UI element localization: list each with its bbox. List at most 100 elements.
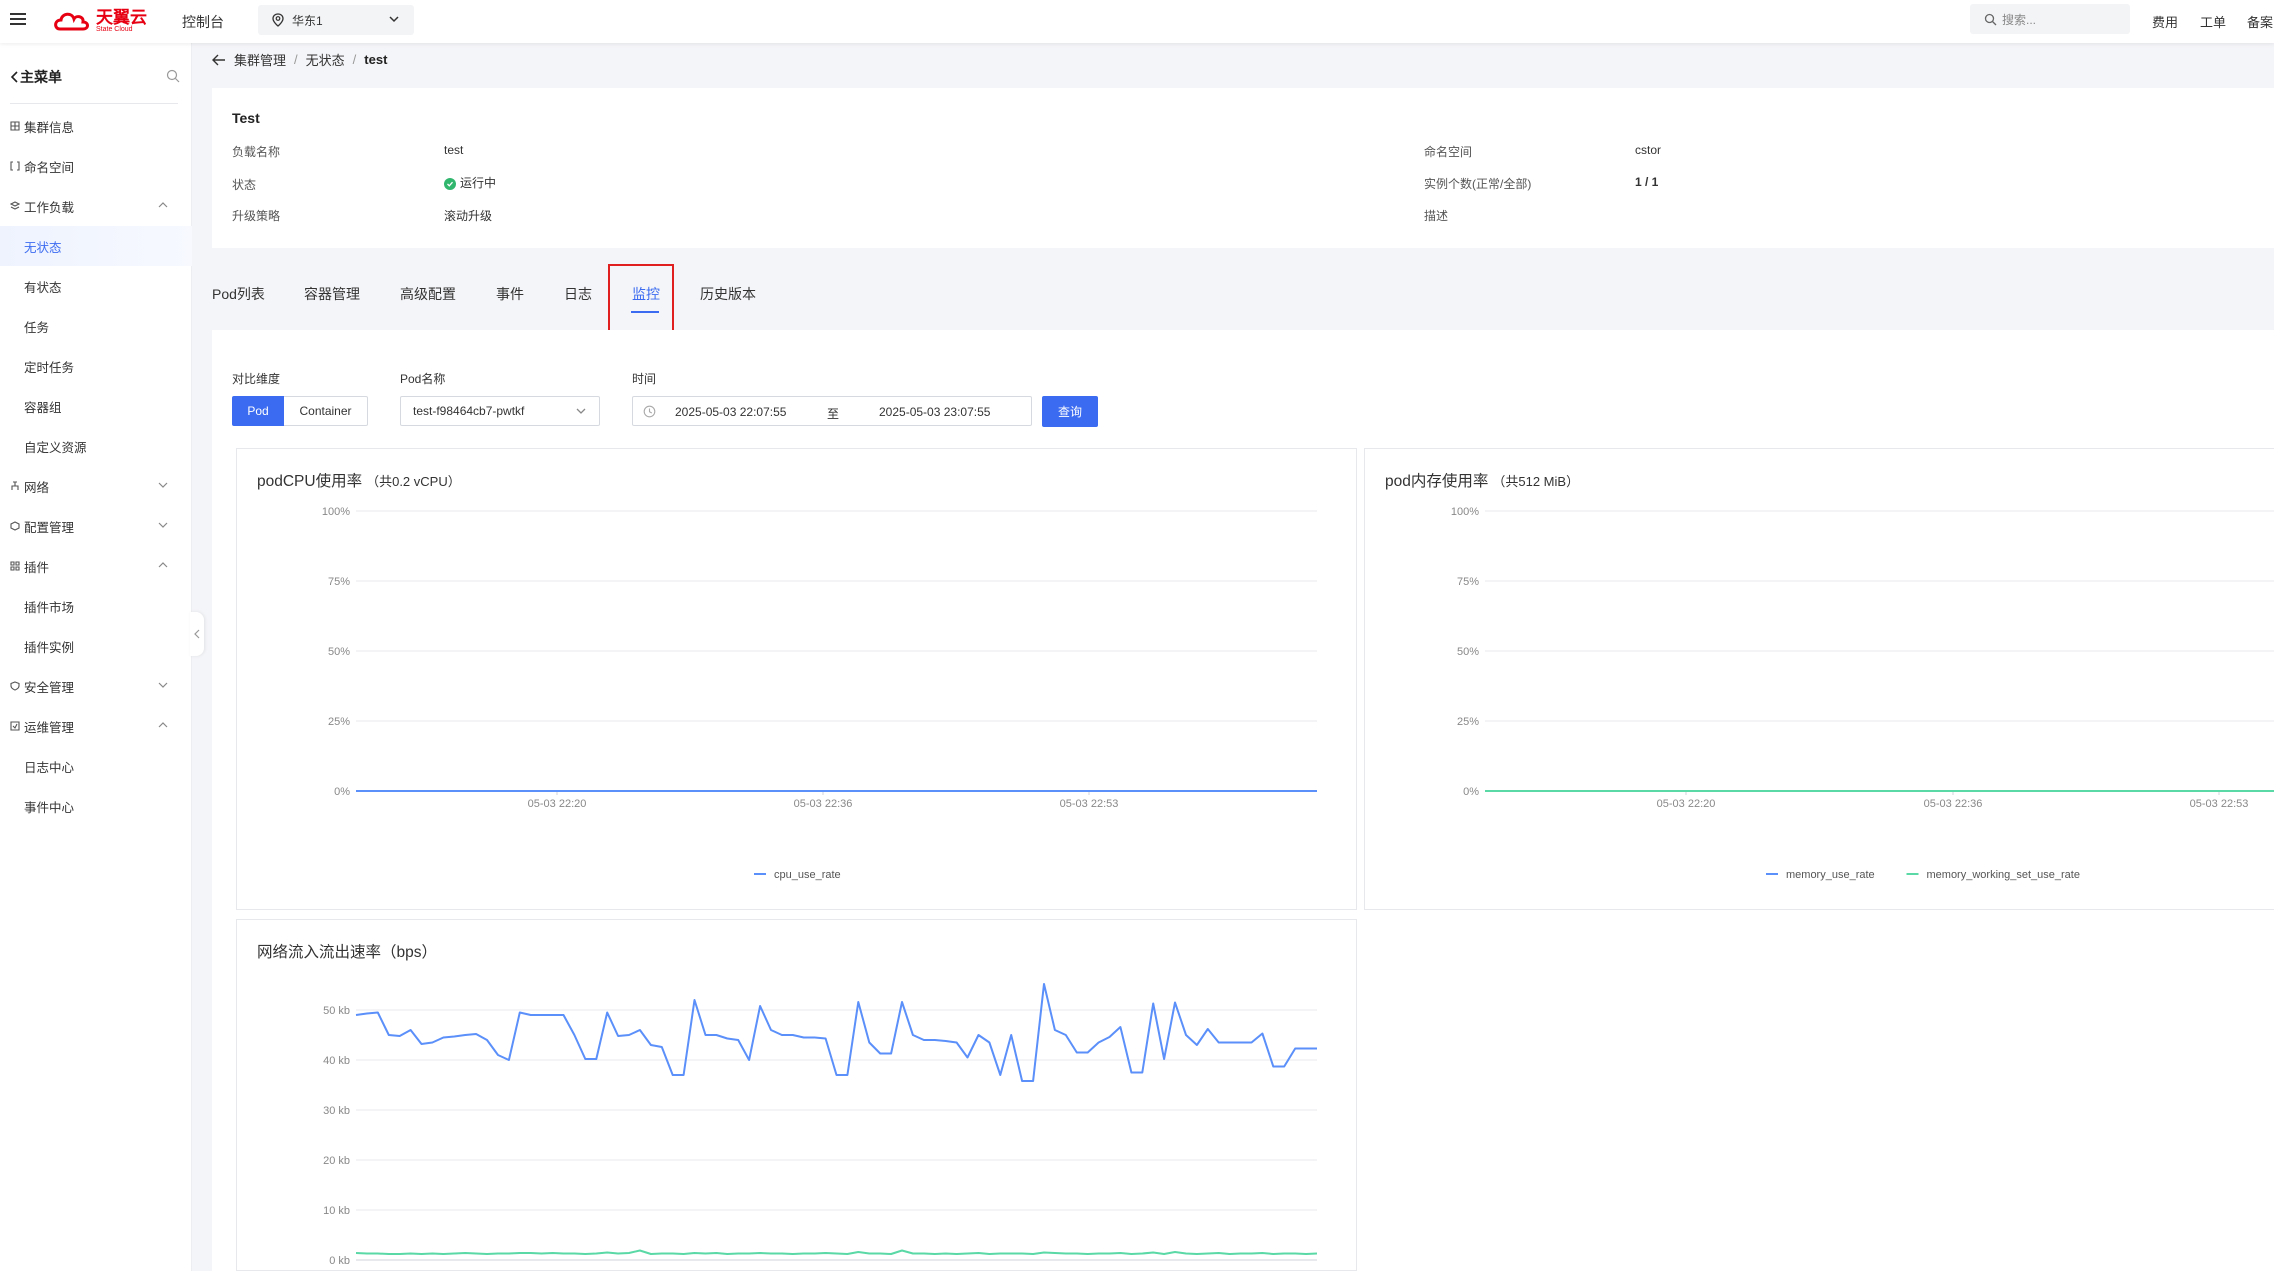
sidebar-item-14[interactable]: 插件实例 [0,626,192,666]
legend-label: cpu_use_rate [774,869,841,881]
sidebar-item-label: 无状态 [24,240,62,255]
status-text: 运行中 [460,176,497,190]
breadcrumb-separator: / [352,52,357,67]
sidebar-item-label: 插件实例 [24,640,75,655]
chevron-down-icon [576,408,586,414]
sidebar-item-7[interactable]: 定时任务 [0,346,192,386]
query-button[interactable]: 查询 [1042,396,1098,427]
sidebar-collapse-handle[interactable] [190,612,204,656]
legend-label: memory_use_rate [1786,869,1875,881]
chevron-up-icon [158,202,168,208]
menu-icon [10,721,20,731]
region-selector[interactable]: 华东1 [258,5,414,35]
check-circle-icon [444,177,456,190]
search-placeholder: 搜索... [2002,12,2037,27]
sidebar-header[interactable]: 主菜单 [10,63,180,91]
namespace-label: 命名空间 [1424,145,1473,159]
sidebar-item-label: 插件 [24,560,50,575]
sidebar-item-label: 容器组 [24,400,62,415]
dimension-container-button[interactable]: Container [284,396,368,426]
workload-name-label: 负载名称 [232,145,281,159]
y-tick-label: 50% [328,646,350,658]
tab-history-versions[interactable]: 历史版本 [700,284,756,304]
dimension-label: 对比维度 [232,372,281,386]
chevron-left-icon [194,629,200,639]
workload-info-card: Test 负载名称 test 状态 运行中 升级策略 滚动升级 命名空间 cst… [212,88,2274,248]
sidebar-item-16[interactable]: 运维管理 [0,706,192,746]
upgrade-strategy-label: 升级策略 [232,209,281,223]
sidebar-item-13[interactable]: 插件市场 [0,586,192,626]
pod-name-label: Pod名称 [400,372,446,386]
logo[interactable]: 天翼云 State Cloud [52,6,147,36]
menu-icon [10,521,20,531]
dimension-toggle: Pod Container [232,396,368,426]
network-rate-chart: 网络流入流出速率（bps） 50 kb 40 kb 30 kb 20 kb 10 kb 0… [236,919,1357,1271]
x-tick-label: 05-03 22:20 [1657,798,1716,810]
sidebar-item-2[interactable]: 命名空间 [0,146,192,186]
sidebar-item-4[interactable]: 无状态 [0,226,192,266]
y-tick-label: 75% [1457,576,1479,588]
sidebar-item-6[interactable]: 任务 [0,306,192,346]
pod-name-select[interactable]: test-f98464cb7-pwtkf [400,396,600,426]
breadcrumb-item-stateless[interactable]: 无状态 [306,50,345,69]
sidebar-item-11[interactable]: 配置管理 [0,506,192,546]
global-search-input[interactable]: 搜索... [1970,4,2130,34]
console-link[interactable]: 控制台 [182,12,224,32]
sidebar-item-12[interactable]: 插件 [0,546,192,586]
y-tick-label: 100% [322,506,350,518]
chevron-left-icon [10,71,18,83]
sidebar-item-label: 日志中心 [24,760,75,775]
y-tick-label: 0% [1463,786,1479,798]
instances-label: 实例个数(正常/全部) [1424,177,1532,191]
workload-name-value: test [444,143,464,157]
sidebar-item-label: 工作负载 [24,200,75,215]
menu-icon [10,561,20,571]
sidebar-item-label: 配置管理 [24,520,75,535]
time-separator: 至 [827,407,840,421]
menu-icon [11,481,19,490]
tab-pod-list[interactable]: Pod列表 [212,284,265,304]
dimension-pod-button[interactable]: Pod [232,396,284,426]
breadcrumb-separator: / [294,52,298,67]
time-range-picker[interactable]: 2025-05-03 22:07:55 至 2025-05-03 23:07:5… [632,396,1032,426]
tab-container-management[interactable]: 容器管理 [304,284,360,304]
sidebar-item-9[interactable]: 自定义资源 [0,426,192,466]
chevron-down-icon [158,482,168,488]
tab-logs[interactable]: 日志 [564,284,592,304]
sidebar-item-17[interactable]: 日志中心 [0,746,192,786]
pod-name-value: test-f98464cb7-pwtkf [413,404,525,418]
status-label: 状态 [232,178,257,192]
y-tick-label: 25% [328,716,350,728]
sidebar-item-8[interactable]: 容器组 [0,386,192,426]
sidebar-divider [10,103,178,104]
sidebar-search-icon[interactable] [166,69,180,83]
tab-events[interactable]: 事件 [496,284,524,304]
tab-advanced-config[interactable]: 高级配置 [400,284,456,304]
sidebar-item-5[interactable]: 有状态 [0,266,192,306]
x-tick-label: 05-03 22:53 [2190,798,2249,810]
x-tick-label: 05-03 22:36 [794,798,853,810]
network-rate-plot: 50 kb 40 kb 30 kb 20 kb 10 kb 0 kb [323,983,1318,1267]
description-label: 描述 [1424,209,1449,223]
hamburger-menu-icon[interactable] [10,10,30,30]
time-start[interactable]: 2025-05-03 22:07:55 [675,405,786,419]
sidebar-item-18[interactable]: 事件中心 [0,786,192,826]
sidebar-item-label: 有状态 [24,280,62,295]
filing-link[interactable]: 备案 [2247,12,2273,31]
sidebar-item-1[interactable]: 集群信息 [0,106,192,146]
time-end[interactable]: 2025-05-03 23:07:55 [879,405,990,419]
y-tick-label: 30 kb [323,1105,350,1117]
sidebar-item-15[interactable]: 安全管理 [0,666,192,706]
sidebar-title: 主菜单 [20,69,62,85]
sidebar-item-label: 网络 [24,480,50,495]
sidebar-item-label: 定时任务 [24,360,75,375]
sidebar-item-3[interactable]: 工作负载 [0,186,192,226]
logo-subtitle: State Cloud [96,26,133,33]
top-navigation-bar: 天翼云 State Cloud 控制台 华东1 搜索... 费用 工单 备案 [0,0,2274,43]
tickets-link[interactable]: 工单 [2200,12,2226,31]
sidebar-item-10[interactable]: 网络 [0,466,192,506]
back-arrow-icon[interactable] [212,54,226,66]
breadcrumb-item-cluster[interactable]: 集群管理 [234,50,286,69]
fees-link[interactable]: 费用 [2152,12,2178,31]
clock-icon [643,405,656,418]
